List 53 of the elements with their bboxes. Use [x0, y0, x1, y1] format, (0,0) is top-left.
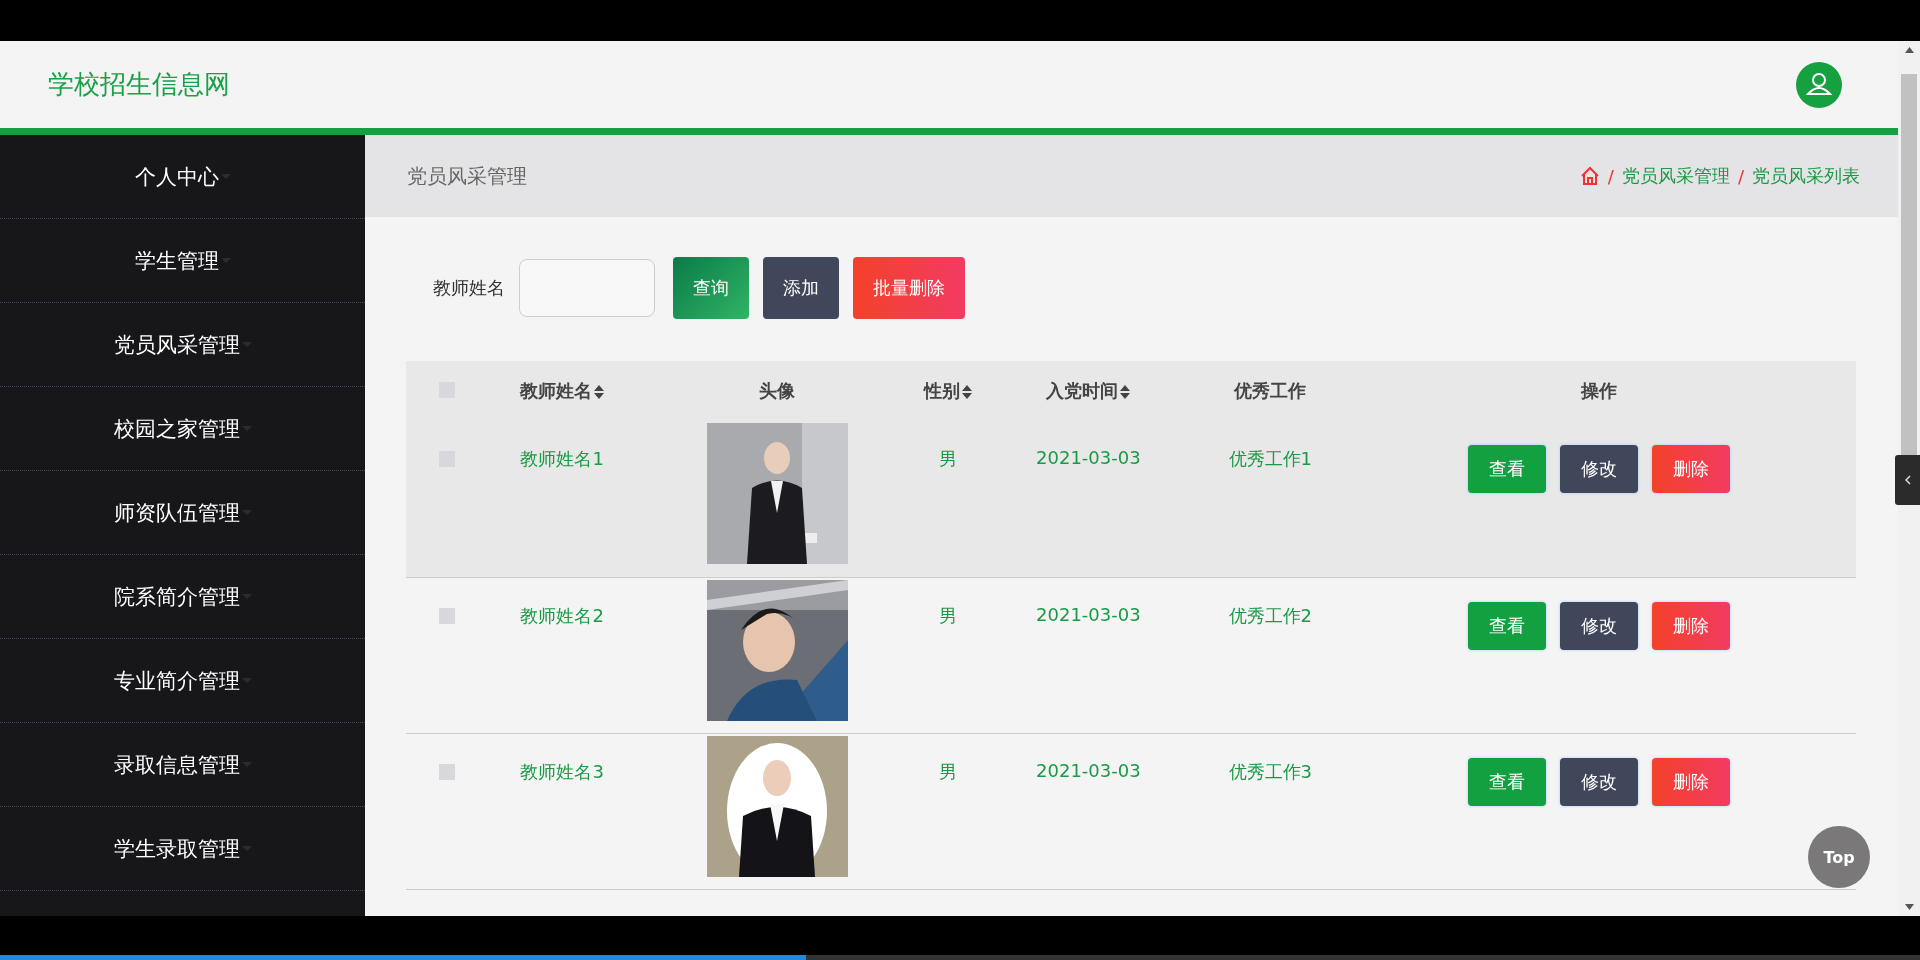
sort-icon[interactable] — [961, 385, 972, 399]
teacher-name: 教师姓名1 — [520, 447, 604, 471]
gender: 男 — [938, 603, 957, 628]
collapse-tab[interactable] — [1895, 455, 1920, 505]
page-title: 党员风采管理 — [407, 162, 527, 190]
gender: 男 — [938, 759, 957, 784]
join-date: 2021-03-03 — [1036, 759, 1141, 781]
edit-button[interactable]: 修改 — [1560, 445, 1639, 493]
checkbox[interactable] — [438, 607, 455, 624]
gender: 男 — [938, 447, 957, 471]
sort-icon[interactable] — [1120, 385, 1131, 399]
video-progress-bar[interactable] — [0, 955, 1920, 960]
site-title: 学校招生信息网 — [48, 68, 230, 101]
column-header: 优秀工作 — [1234, 380, 1307, 401]
menu-item[interactable]: 个人中心 — [134, 162, 219, 191]
breadcrumb-separator: / — [1737, 165, 1744, 187]
teacher-name: 教师姓名2 — [520, 603, 604, 628]
delete-button[interactable]: 删除 — [1652, 445, 1731, 493]
scroll-up-icon[interactable] — [1904, 47, 1914, 53]
chevron-left-icon — [1904, 475, 1911, 485]
field-label: 教师姓名 — [433, 276, 505, 300]
menu-item[interactable]: 学生管理 — [134, 246, 219, 275]
edit-button[interactable]: 修改 — [1560, 757, 1639, 806]
column-header: 头像 — [759, 380, 796, 401]
delete-button[interactable]: 删除 — [1652, 601, 1731, 650]
user-avatar-icon[interactable] — [1796, 61, 1842, 108]
excellent-work: 优秀工作2 — [1228, 603, 1312, 628]
menu-item[interactable]: 录取信息管理 — [113, 750, 240, 779]
column-header: 操作 — [1581, 380, 1618, 401]
column-header[interactable]: 入党时间 — [1046, 380, 1119, 401]
join-date: 2021-03-03 — [1036, 447, 1141, 468]
menu-item[interactable]: 师资队伍管理 — [113, 498, 240, 527]
excellent-work: 优秀工作3 — [1228, 759, 1312, 784]
menu-item[interactable]: 学生录取管理 — [113, 834, 240, 863]
breadcrumb-separator: / — [1607, 165, 1614, 187]
sort-icon[interactable] — [594, 385, 605, 399]
scroll-down-icon[interactable] — [1904, 904, 1914, 910]
checkbox[interactable] — [438, 763, 455, 780]
edit-button[interactable]: 修改 — [1560, 601, 1639, 650]
join-date: 2021-03-03 — [1036, 603, 1141, 625]
menu-item[interactable]: 专业简介管理 — [113, 666, 240, 695]
home-icon[interactable] — [1579, 166, 1600, 186]
menu-item[interactable]: 校园之家管理 — [113, 414, 240, 443]
menu-item[interactable]: 院系简介管理 — [113, 582, 240, 611]
input-field[interactable] — [519, 259, 655, 317]
delete-button[interactable]: 批量删除 — [853, 257, 965, 319]
menu-item[interactable]: 党员风采管理 — [113, 330, 240, 359]
excellent-work: 优秀工作1 — [1228, 447, 1312, 471]
delete-button[interactable]: 删除 — [1652, 757, 1731, 806]
teacher-name: 教师姓名3 — [520, 759, 604, 784]
column-header[interactable]: 教师姓名 — [520, 380, 593, 401]
add-button[interactable]: 添加 — [763, 257, 839, 319]
query-button[interactable]: 查询 — [673, 257, 749, 319]
